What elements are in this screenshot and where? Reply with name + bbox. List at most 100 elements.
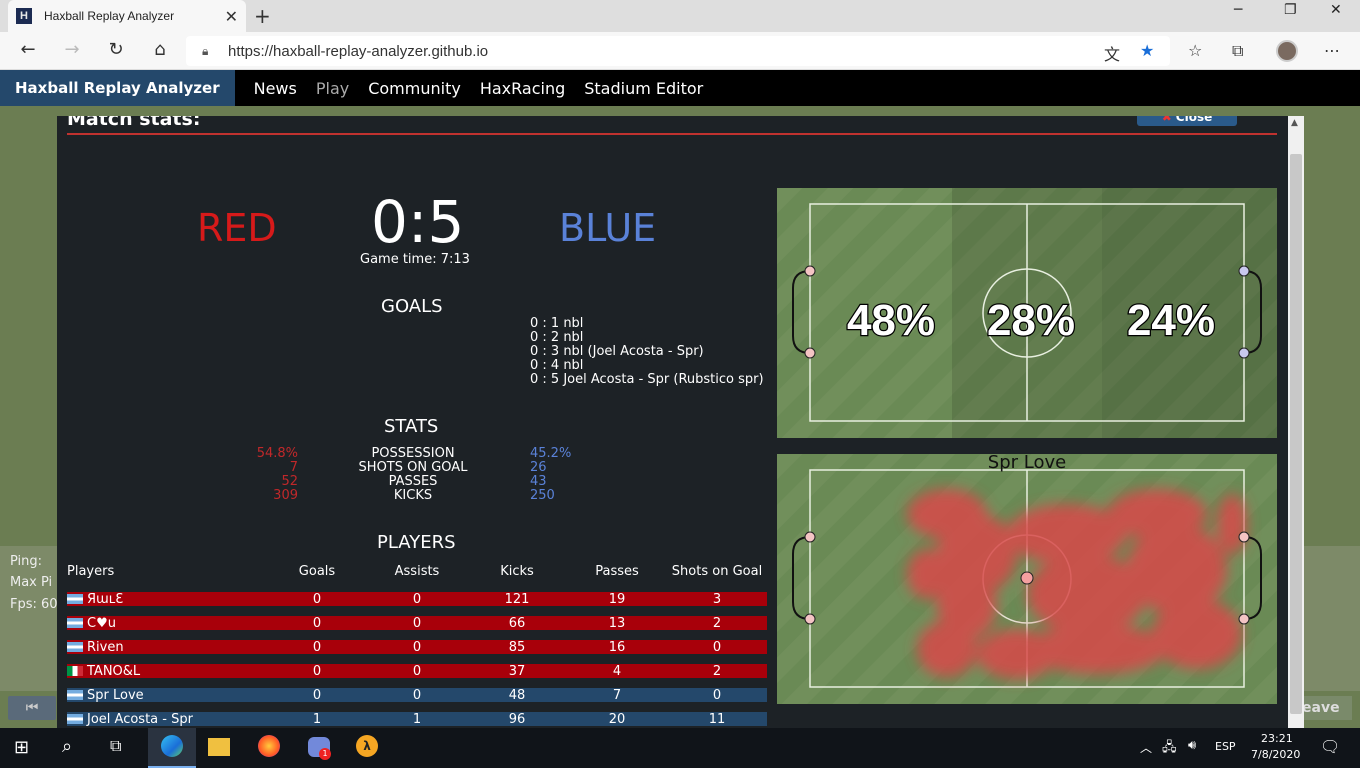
close-x-icon: ✖ <box>1161 116 1172 124</box>
modal-scrollbar[interactable]: ▲ <box>1288 116 1304 728</box>
stat-label-passes: PASSES <box>388 474 438 489</box>
argentina-flag-icon <box>67 594 83 604</box>
player-assists: 0 <box>412 615 422 631</box>
player-row: TANO&L 0 0 37 4 2 <box>67 663 767 679</box>
minimize-icon[interactable]: ─ <box>1234 2 1242 18</box>
translate-icon[interactable]: 文 <box>1104 41 1120 65</box>
argentina-flag-icon <box>67 690 83 700</box>
favorite-star-icon[interactable]: ★ <box>1140 41 1154 60</box>
refresh-icon[interactable]: ↻ <box>104 39 128 60</box>
taskbar: ⊞ ⌕ ⧉ 1 λ ︿ 🖧︎ 🔊︎ ESP 23:21 7/8/2020 🗨︎ <box>0 728 1360 768</box>
player-shots: 2 <box>712 663 722 679</box>
favorites-list-icon[interactable]: ☆ <box>1188 41 1202 60</box>
nav-news[interactable]: News <box>254 79 297 98</box>
notifications-icon[interactable]: 🗨︎ <box>1320 737 1340 756</box>
close-label: Close <box>1175 116 1213 124</box>
col-assists: Assists <box>394 563 440 579</box>
lock-icon: 🔒︎ <box>202 44 209 58</box>
player-name: Joel Acosta - Spr <box>87 711 193 727</box>
modal-title: Match stats: <box>67 116 201 130</box>
scroll-up-icon[interactable]: ▲ <box>1291 118 1298 128</box>
clock-time[interactable]: 23:21 <box>1261 732 1293 745</box>
back-icon[interactable]: ← <box>16 39 40 60</box>
col-players: Players <box>67 563 115 579</box>
volume-icon[interactable]: 🔊︎ <box>1188 738 1196 753</box>
players-table-header: Players Goals Assists Kicks Passes Shots… <box>67 560 767 582</box>
network-icon[interactable]: 🖧︎ <box>1162 738 1177 760</box>
player-assists: 1 <box>412 711 422 727</box>
nav-play[interactable]: Play <box>316 79 349 98</box>
col-kicks: Kicks <box>500 563 534 579</box>
leave-button[interactable]: eave <box>1302 696 1352 720</box>
new-tab-icon[interactable]: + <box>254 4 271 28</box>
italy-flag-icon <box>67 666 83 676</box>
player-passes: 4 <box>612 663 622 679</box>
browser-tab[interactable]: H Haxball Replay Analyzer ✕ <box>8 0 246 32</box>
argentina-flag-icon <box>67 618 83 628</box>
tab-close-icon[interactable]: ✕ <box>225 7 238 26</box>
goal-entry: 0 : 3 nbl (Joel Acosta - Spr) <box>530 344 704 359</box>
search-icon[interactable]: ⌕ <box>62 736 72 757</box>
player-assists: 0 <box>412 639 422 655</box>
nav-community[interactable]: Community <box>368 79 461 98</box>
player-shots: 0 <box>712 687 722 703</box>
stat-blue-passes: 43 <box>530 474 547 489</box>
windows-start-icon[interactable]: ⊞ <box>14 737 29 758</box>
zone-middle-pct: 28% <box>987 296 1075 345</box>
more-menu-icon[interactable]: ⋯ <box>1324 41 1340 60</box>
goal-entry: 0 : 4 nbl <box>530 358 584 373</box>
possession-zone-field: 48% 28% 24% <box>777 188 1277 438</box>
bg-ping-label: Ping: <box>10 554 43 569</box>
match-stats-modal: Match stats: ✖ Close RED 0:5 BLUE Game ti… <box>57 116 1288 728</box>
nav-haxracing[interactable]: HaxRacing <box>480 79 565 98</box>
player-kicks: 121 <box>504 591 530 607</box>
edge-taskbar-button[interactable] <box>148 728 196 768</box>
stat-red-kicks: 309 <box>273 488 298 503</box>
discord-badge: 1 <box>319 748 331 760</box>
player-shots: 2 <box>712 615 722 631</box>
goal-entry: 0 : 1 nbl <box>530 316 584 331</box>
stat-blue-kicks: 250 <box>530 488 555 503</box>
site-brand[interactable]: Haxball Replay Analyzer <box>0 70 235 106</box>
stat-red-passes: 52 <box>281 474 298 489</box>
player-name: ЯɯʟƐ <box>87 591 124 607</box>
show-hidden-icons[interactable]: ︿ <box>1140 739 1152 756</box>
maximize-icon[interactable]: ❐ <box>1284 2 1297 18</box>
window-close-icon[interactable]: ✕ <box>1330 2 1342 18</box>
browser-tab-bar: H Haxball Replay Analyzer ✕ + ─ ❐ ✕ <box>0 0 1360 32</box>
player-passes: 19 <box>608 591 626 607</box>
skip-back-button[interactable]: ⏮ <box>8 696 56 720</box>
red-team-label: RED <box>197 206 277 250</box>
firefox-icon[interactable] <box>258 735 280 757</box>
argentina-flag-icon <box>67 714 83 724</box>
profile-avatar[interactable] <box>1276 40 1298 62</box>
bg-maxping-label: Max Pi <box>10 575 53 590</box>
close-button[interactable]: ✖ Close <box>1137 116 1237 126</box>
home-icon[interactable]: ⌂ <box>148 39 172 60</box>
address-toolbar: ← → ↻ ⌂ 🔒︎ https://haxball-replay-analyz… <box>0 32 1360 70</box>
player-shots: 11 <box>708 711 726 727</box>
bg-right-panel <box>1304 546 1360 691</box>
nav-stadium-editor[interactable]: Stadium Editor <box>584 79 703 98</box>
players-table: Players Goals Assists Kicks Passes Shots… <box>67 560 767 727</box>
collections-icon[interactable]: ⧉ <box>1232 41 1243 61</box>
task-view-icon[interactable]: ⧉ <box>110 736 121 756</box>
player-row: C♥u 0 0 66 13 2 <box>67 615 767 631</box>
player-passes: 7 <box>612 687 622 703</box>
player-row: Joel Acosta - Spr 1 1 96 20 11 <box>67 711 767 727</box>
scrollbar-thumb[interactable] <box>1290 154 1302 714</box>
forward-icon[interactable]: → <box>60 39 84 60</box>
halflife-icon[interactable]: λ <box>356 735 378 757</box>
url-field[interactable]: 🔒︎ https://haxball-replay-analyzer.githu… <box>186 36 1170 66</box>
goal-entry: 0 : 5 Joel Acosta - Spr (Rubstico spr) <box>530 372 764 387</box>
player-kicks: 85 <box>508 639 526 655</box>
argentina-flag-icon <box>67 642 83 652</box>
player-passes: 20 <box>608 711 626 727</box>
file-explorer-icon[interactable] <box>208 738 230 756</box>
language-indicator[interactable]: ESP <box>1215 740 1236 753</box>
zone-right-pct: 24% <box>1127 296 1215 345</box>
clock-date[interactable]: 7/8/2020 <box>1251 748 1300 761</box>
stat-label-kicks: KICKS <box>393 488 433 503</box>
player-shots: 0 <box>712 639 722 655</box>
goals-title: GOALS <box>381 296 443 317</box>
